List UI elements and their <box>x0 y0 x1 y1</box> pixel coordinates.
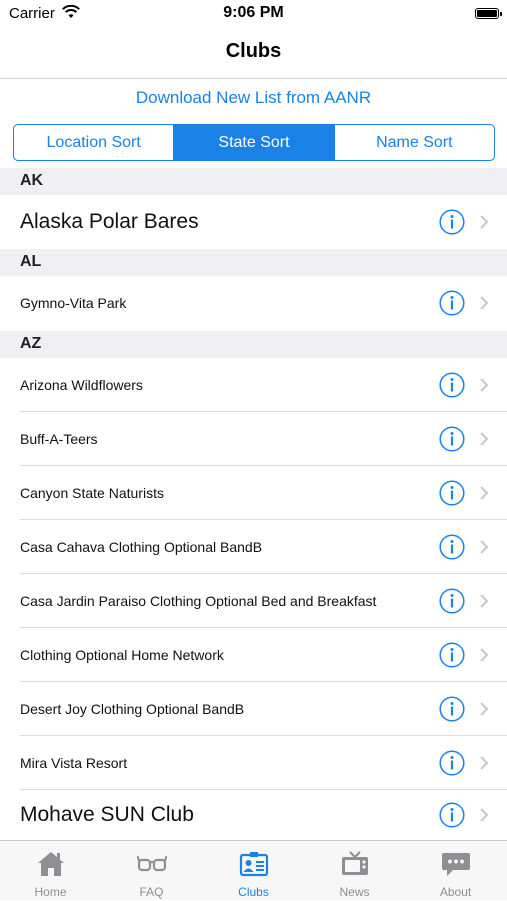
tab-about[interactable]: About <box>405 841 506 901</box>
section-header-label: AK <box>20 172 44 189</box>
chevron-right-icon <box>480 296 489 310</box>
section-header-label: AZ <box>20 335 42 352</box>
tab-label: FAQ <box>139 885 164 899</box>
home-icon <box>37 852 64 876</box>
club-name: Casa Cahava Clothing Optional BandB <box>20 539 263 555</box>
chevron-right-icon <box>480 215 489 229</box>
section-header-ak: AK <box>0 168 507 195</box>
status-bar: Carrier 9:06 PM <box>0 0 507 28</box>
section-header-az: AZ <box>0 331 507 358</box>
club-name: Buff-A-Teers <box>20 431 98 447</box>
tab-news[interactable]: News <box>304 841 405 901</box>
info-icon[interactable] <box>439 426 465 452</box>
tab-faq[interactable]: FAQ <box>101 841 202 901</box>
list-item[interactable]: Canyon State Naturists <box>0 466 507 520</box>
club-name: Gymno-Vita Park <box>20 295 127 311</box>
chevron-right-icon <box>480 378 489 392</box>
club-name: Canyon State Naturists <box>20 485 164 501</box>
sort-segmented-control: Location Sort State Sort Name Sort <box>13 124 495 161</box>
chevron-right-icon <box>480 756 489 770</box>
list-item[interactable]: Gymno-Vita Park <box>0 276 507 330</box>
tab-label: Clubs <box>238 885 269 899</box>
id-card-icon <box>239 852 268 877</box>
list-item[interactable]: Casa Cahava Clothing Optional BandB <box>0 520 507 574</box>
info-icon[interactable] <box>439 750 465 776</box>
page-title: Clubs <box>225 40 282 62</box>
list-item[interactable]: Mohave SUN Club <box>0 790 507 840</box>
status-time: 9:06 PM <box>223 4 284 21</box>
info-icon[interactable] <box>439 290 465 316</box>
club-name: Casa Jardin Paraiso Clothing Optional Be… <box>20 593 377 609</box>
download-list-link[interactable]: Download New List from AANR <box>0 88 507 108</box>
chevron-right-icon <box>480 486 489 500</box>
chevron-right-icon <box>480 648 489 662</box>
list-item[interactable]: Mira Vista Resort <box>0 736 507 790</box>
club-name: Mohave SUN Club <box>20 803 194 826</box>
navigation-bar: Clubs <box>0 28 507 79</box>
club-name: Arizona Wildflowers <box>20 377 143 393</box>
club-name: Clothing Optional Home Network <box>20 647 224 663</box>
chevron-right-icon <box>480 702 489 716</box>
name-sort-tab[interactable]: Name Sort <box>335 125 494 160</box>
chevron-right-icon <box>480 540 489 554</box>
info-icon[interactable] <box>439 209 465 235</box>
chevron-right-icon <box>480 432 489 446</box>
tab-bar: Home FAQ Clubs News About <box>0 840 507 900</box>
tab-label: News <box>339 885 370 899</box>
list-item[interactable]: Arizona Wildflowers <box>0 358 507 412</box>
tab-home[interactable]: Home <box>0 841 101 901</box>
section-header-al: AL <box>0 249 507 276</box>
tv-icon <box>341 851 368 875</box>
tab-label: About <box>439 885 472 899</box>
speech-bubble-icon <box>441 853 470 876</box>
chevron-right-icon <box>480 808 489 822</box>
info-icon[interactable] <box>439 802 465 828</box>
chevron-right-icon <box>480 594 489 608</box>
section-header-label: AL <box>20 253 42 270</box>
tab-label: Home <box>34 885 67 899</box>
list-item[interactable]: Casa Jardin Paraiso Clothing Optional Be… <box>0 574 507 628</box>
location-sort-tab[interactable]: Location Sort <box>14 125 175 160</box>
info-icon[interactable] <box>439 372 465 398</box>
info-icon[interactable] <box>439 480 465 506</box>
club-name: Alaska Polar Bares <box>20 210 199 233</box>
club-name: Mira Vista Resort <box>20 755 128 771</box>
list-item[interactable]: Buff-A-Teers <box>0 412 507 466</box>
glasses-icon <box>136 855 167 872</box>
list-item[interactable]: Desert Joy Clothing Optional BandB <box>0 682 507 736</box>
info-icon[interactable] <box>439 588 465 614</box>
tab-clubs[interactable]: Clubs <box>203 841 304 901</box>
info-icon[interactable] <box>439 534 465 560</box>
battery-icon <box>475 8 502 19</box>
club-name: Desert Joy Clothing Optional BandB <box>20 701 245 717</box>
info-icon[interactable] <box>439 696 465 722</box>
state-sort-tab[interactable]: State Sort <box>174 125 335 160</box>
list-item[interactable]: Clothing Optional Home Network <box>0 628 507 682</box>
info-icon[interactable] <box>439 642 465 668</box>
list-item[interactable]: Alaska Polar Bares <box>0 195 507 249</box>
